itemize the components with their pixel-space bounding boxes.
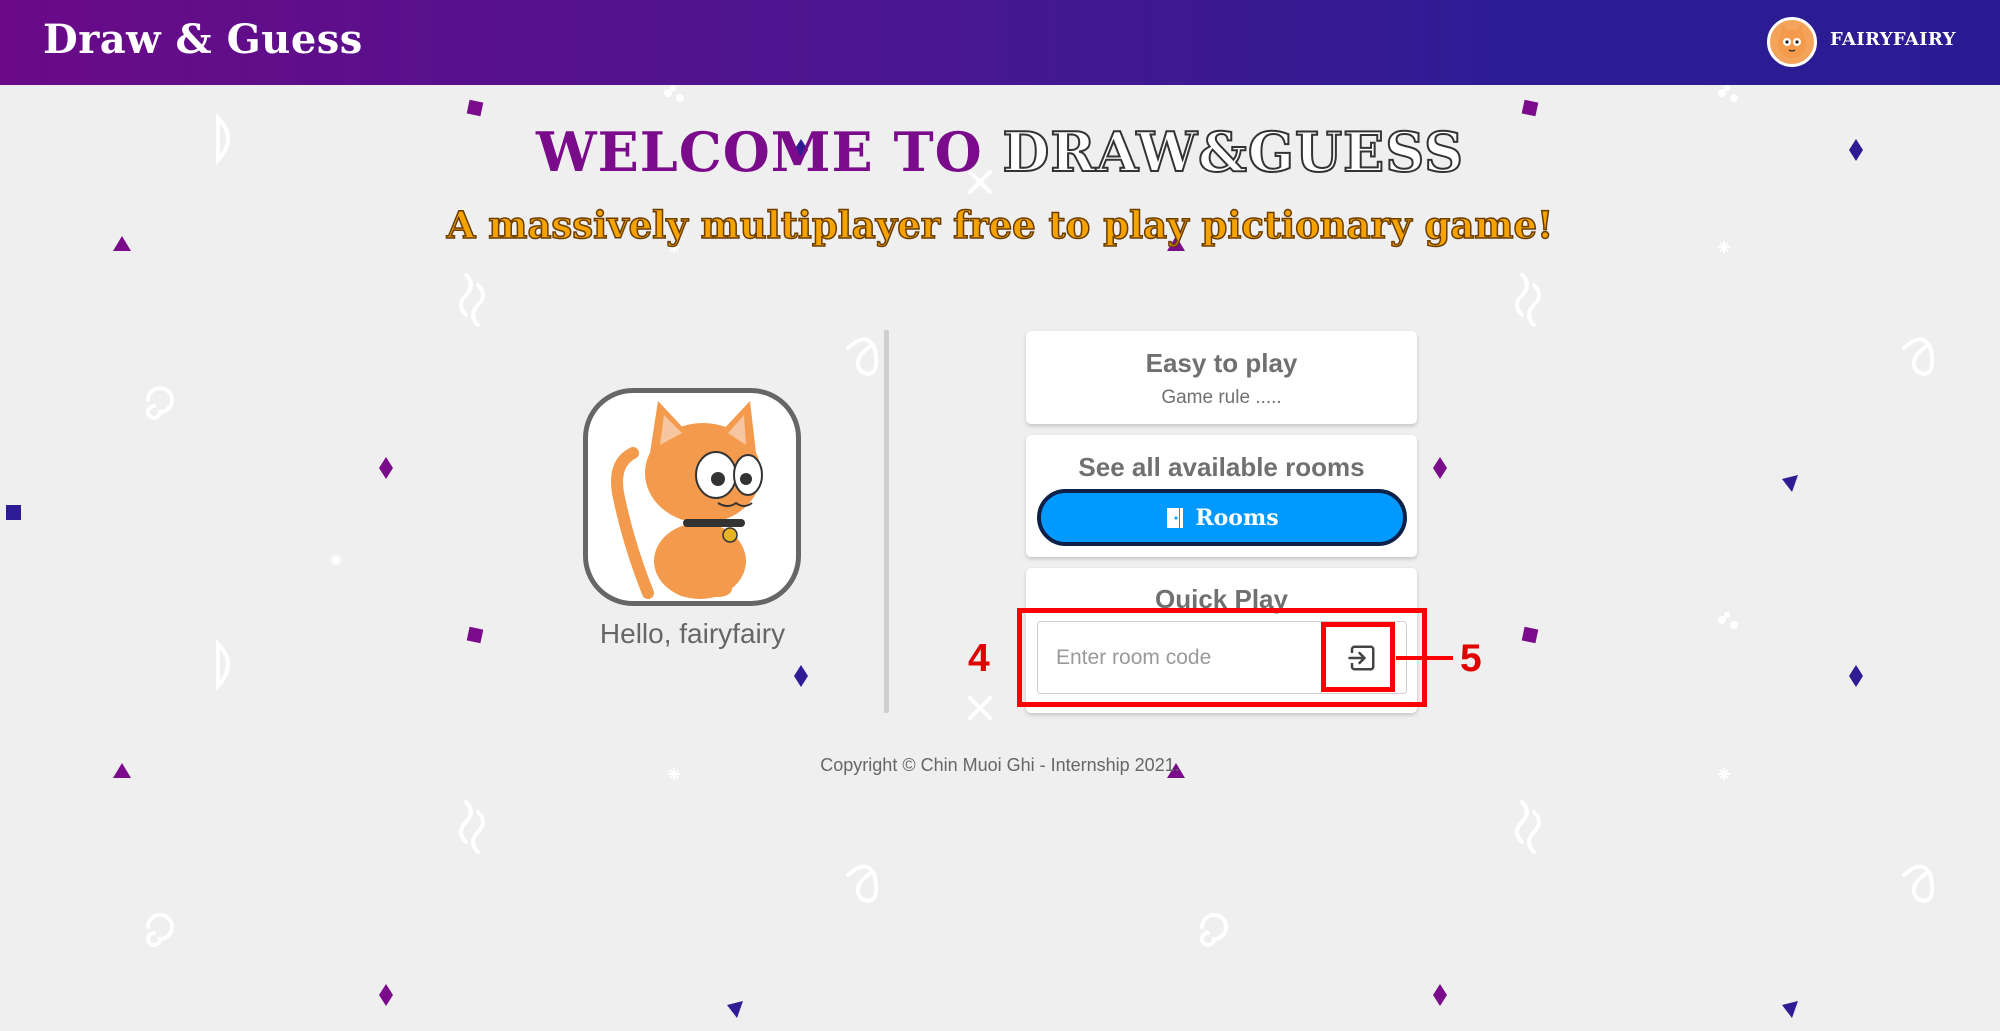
user-avatar[interactable] [1767,17,1817,67]
annotation-label-5: 5 [1460,637,1482,680]
door-icon [1167,507,1184,528]
user-name[interactable]: FAIRYFAIRY [1830,29,1956,50]
annotation-line-5 [1396,656,1453,660]
rooms-button[interactable]: Rooms [1037,489,1407,546]
rooms-button-label: Rooms [1195,504,1279,531]
brand-logo[interactable]: Draw & Guess [43,16,363,63]
easy-to-play-card: Easy to play Game rule ..... [1026,331,1417,424]
copyright-text: Copyright © Chin Muoi Ghi - Internship 2… [820,755,1180,775]
game-rule-link[interactable]: Game rule ..... [1026,387,1417,409]
rooms-card-title: See all available rooms [1078,452,1365,482]
greeting-text: Hello, fairyfairy [599,618,786,649]
top-header: Draw & Guess FAIRYFAIRY [0,0,2000,85]
rooms-card: See all available rooms Rooms [1026,435,1417,557]
cat-avatar-icon [611,401,763,599]
welcome-heading-part1: WELCOME TO [535,120,983,184]
welcome-heading-part2: DRAW&GUESS [1002,119,1465,185]
cat-avatar-icon [1778,24,1806,58]
annotation-label-4: 4 [968,637,990,680]
easy-to-play-title: Easy to play [1145,348,1298,378]
annotation-box-5 [1321,622,1395,692]
tagline: A massively multiplayer free to play pic… [446,202,1554,248]
profile-avatar[interactable] [583,388,801,606]
vertical-divider [884,330,889,713]
welcome-heading: WELCOME TO DRAW&GUESS [0,119,2000,185]
